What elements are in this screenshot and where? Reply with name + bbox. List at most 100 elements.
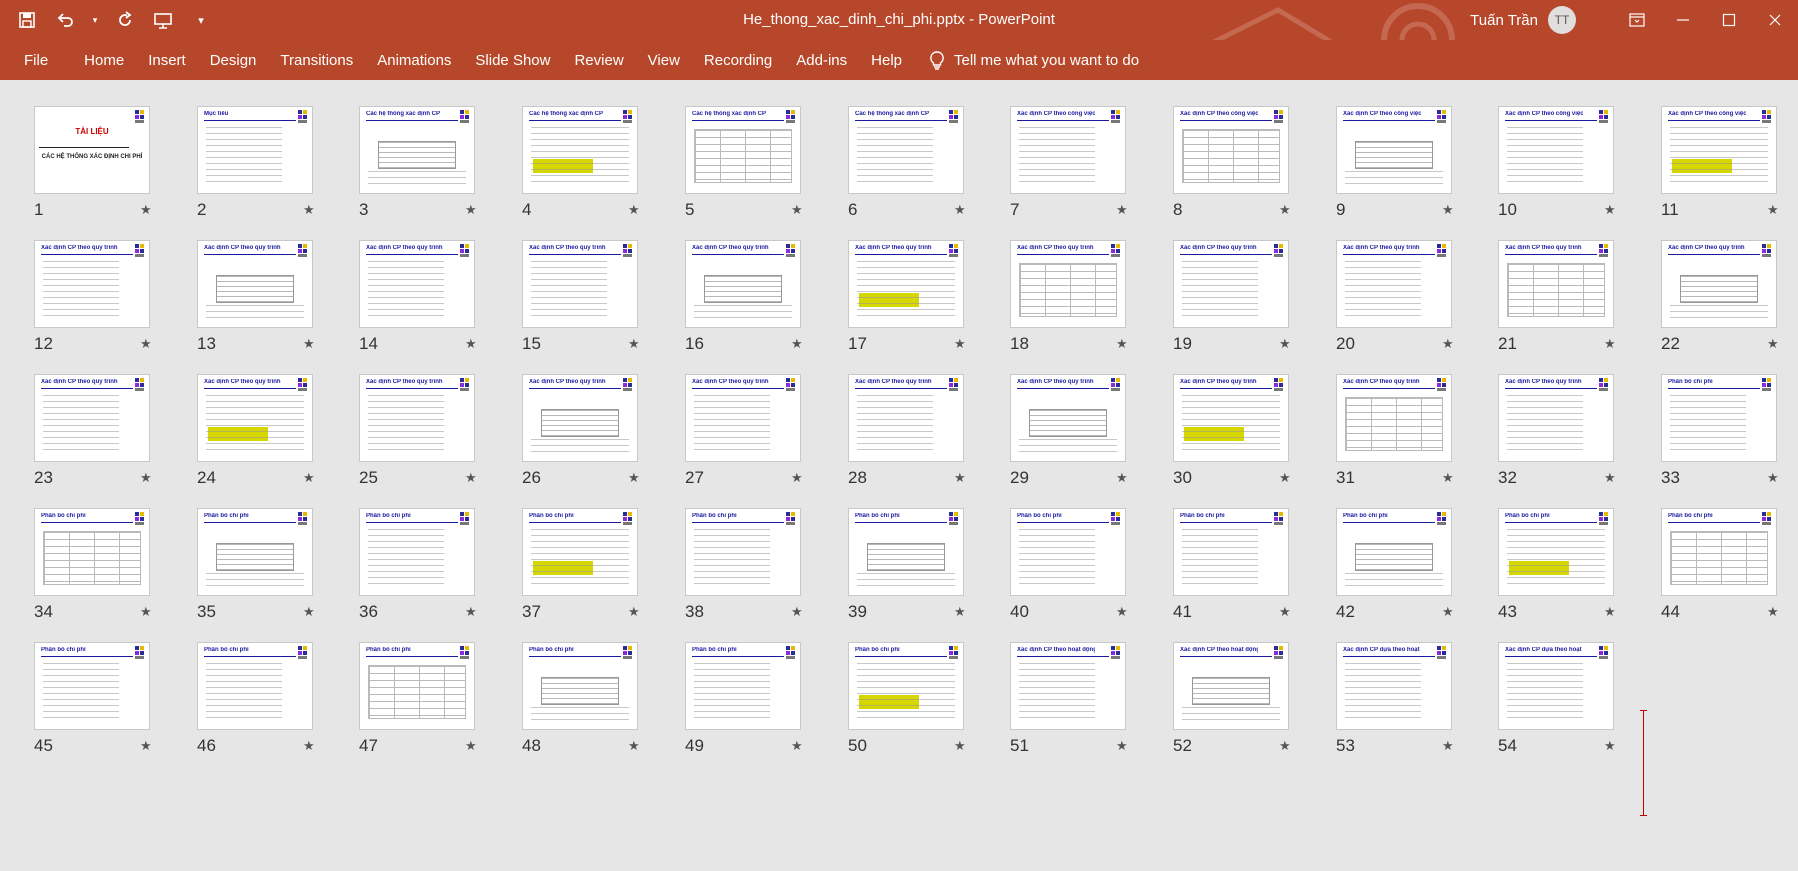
save-icon[interactable] — [14, 7, 40, 33]
transition-star-icon[interactable]: ★ — [1442, 604, 1454, 620]
slide-thumbnail[interactable]: Xác định CP theo quy trình — [685, 240, 801, 328]
transition-star-icon[interactable]: ★ — [465, 604, 477, 620]
slide-thumbnail[interactable]: Phân bổ chi phí — [685, 508, 801, 596]
slide-thumbnail[interactable]: Phân bổ chi phí — [522, 642, 638, 730]
transition-star-icon[interactable]: ★ — [465, 470, 477, 486]
slide-thumbnail[interactable]: Xác định CP theo quy trình — [1336, 240, 1452, 328]
slide-thumbnail[interactable]: Các hệ thống xác định CP — [685, 106, 801, 194]
transition-star-icon[interactable]: ★ — [1604, 738, 1616, 754]
ribbon-display-icon[interactable] — [1614, 0, 1660, 40]
transition-star-icon[interactable]: ★ — [1442, 470, 1454, 486]
transition-star-icon[interactable]: ★ — [1604, 604, 1616, 620]
maximize-icon[interactable] — [1706, 0, 1752, 40]
transition-star-icon[interactable]: ★ — [954, 738, 966, 754]
slide-thumbnail[interactable]: Xác định CP theo quy trình — [359, 240, 475, 328]
slide-thumbnail[interactable]: Xác định CP theo công việc — [1498, 106, 1614, 194]
transition-star-icon[interactable]: ★ — [140, 470, 152, 486]
close-icon[interactable] — [1752, 0, 1798, 40]
tab-add-ins[interactable]: Add-ins — [784, 40, 859, 80]
slide-thumbnail[interactable]: Phân bổ chi phí — [197, 642, 313, 730]
transition-star-icon[interactable]: ★ — [1604, 336, 1616, 352]
transition-star-icon[interactable]: ★ — [1767, 336, 1779, 352]
slide-thumbnail[interactable]: Xác định CP theo quy trình — [359, 374, 475, 462]
slide-thumbnail[interactable]: Phân bổ chi phí — [522, 508, 638, 596]
transition-star-icon[interactable]: ★ — [465, 202, 477, 218]
transition-star-icon[interactable]: ★ — [1767, 470, 1779, 486]
slide-thumbnail[interactable]: Phân bổ chi phí — [685, 642, 801, 730]
transition-star-icon[interactable]: ★ — [954, 202, 966, 218]
slide-thumbnail[interactable]: Phân bổ chi phí — [1173, 508, 1289, 596]
slide-thumbnail[interactable]: Xác định CP theo quy trình — [197, 240, 313, 328]
tab-insert[interactable]: Insert — [136, 40, 198, 80]
transition-star-icon[interactable]: ★ — [140, 336, 152, 352]
transition-star-icon[interactable]: ★ — [1279, 336, 1291, 352]
transition-star-icon[interactable]: ★ — [1279, 202, 1291, 218]
transition-star-icon[interactable]: ★ — [954, 604, 966, 620]
undo-icon[interactable] — [52, 7, 78, 33]
transition-star-icon[interactable]: ★ — [303, 604, 315, 620]
tab-view[interactable]: View — [636, 40, 692, 80]
slide-thumbnail[interactable]: Xác định CP theo quy trình — [1173, 374, 1289, 462]
slide-thumbnail[interactable]: Xác định CP theo quy trình — [1173, 240, 1289, 328]
transition-star-icon[interactable]: ★ — [303, 202, 315, 218]
transition-star-icon[interactable]: ★ — [1116, 470, 1128, 486]
customize-icon[interactable]: ▾ — [188, 7, 214, 33]
transition-star-icon[interactable]: ★ — [628, 336, 640, 352]
slide-thumbnail[interactable]: Phân bổ chi phí — [1010, 508, 1126, 596]
slide-thumbnail[interactable]: Phân bổ chi phí — [848, 642, 964, 730]
transition-star-icon[interactable]: ★ — [1442, 738, 1454, 754]
slide-thumbnail[interactable]: Phân bổ chi phí — [1661, 374, 1777, 462]
transition-star-icon[interactable]: ★ — [1116, 336, 1128, 352]
transition-star-icon[interactable]: ★ — [791, 336, 803, 352]
transition-star-icon[interactable]: ★ — [303, 336, 315, 352]
transition-star-icon[interactable]: ★ — [465, 738, 477, 754]
slide-thumbnail[interactable]: Xác định CP theo quy trình — [522, 240, 638, 328]
slide-thumbnail[interactable]: Xác định CP theo quy trình — [1498, 374, 1614, 462]
slide-thumbnail[interactable]: Xác định CP theo công việc — [1661, 106, 1777, 194]
transition-star-icon[interactable]: ★ — [1442, 336, 1454, 352]
slide-thumbnail[interactable]: Xác định CP theo quy trình — [1336, 374, 1452, 462]
transition-star-icon[interactable]: ★ — [628, 604, 640, 620]
slide-thumbnail[interactable]: Xác định CP theo quy trình — [34, 374, 150, 462]
tab-recording[interactable]: Recording — [692, 40, 784, 80]
slide-thumbnail[interactable]: Phân bổ chi phí — [359, 642, 475, 730]
transition-star-icon[interactable]: ★ — [1604, 470, 1616, 486]
transition-star-icon[interactable]: ★ — [954, 470, 966, 486]
slide-thumbnail[interactable]: Mục tiêu — [197, 106, 313, 194]
transition-star-icon[interactable]: ★ — [1279, 738, 1291, 754]
slide-thumbnail[interactable]: Các hệ thống xác định CP — [848, 106, 964, 194]
slide-thumbnail[interactable]: Các hệ thống xác định CP — [522, 106, 638, 194]
slide-thumbnail[interactable]: Phân bổ chi phí — [359, 508, 475, 596]
slide-thumbnail[interactable]: Xác định CP theo hoạt động — [1173, 642, 1289, 730]
slide-thumbnail[interactable]: Xác định CP theo quy trình — [34, 240, 150, 328]
transition-star-icon[interactable]: ★ — [303, 738, 315, 754]
transition-star-icon[interactable]: ★ — [140, 604, 152, 620]
transition-star-icon[interactable]: ★ — [791, 604, 803, 620]
slide-thumbnail[interactable]: Xác định CP theo quy trình — [848, 374, 964, 462]
redo-icon[interactable] — [112, 7, 138, 33]
transition-star-icon[interactable]: ★ — [140, 738, 152, 754]
slide-thumbnail[interactable]: Xác định CP theo công việc — [1336, 106, 1452, 194]
transition-star-icon[interactable]: ★ — [1116, 604, 1128, 620]
tab-help[interactable]: Help — [859, 40, 914, 80]
transition-star-icon[interactable]: ★ — [465, 336, 477, 352]
tab-slide-show[interactable]: Slide Show — [463, 40, 562, 80]
transition-star-icon[interactable]: ★ — [1767, 604, 1779, 620]
present-icon[interactable] — [150, 7, 176, 33]
slide-thumbnail[interactable]: Phân bổ chi phí — [34, 642, 150, 730]
slide-thumbnail[interactable]: Phân bổ chi phí — [197, 508, 313, 596]
account[interactable]: Tuấn Trần TT — [1470, 0, 1576, 40]
transition-star-icon[interactable]: ★ — [628, 202, 640, 218]
transition-star-icon[interactable]: ★ — [791, 738, 803, 754]
slide-thumbnail[interactable]: Xác định CP theo quy trình — [1661, 240, 1777, 328]
slide-thumbnail[interactable]: Phân bổ chi phí — [848, 508, 964, 596]
slide-thumbnail[interactable]: Xác định CP theo quy trình — [1010, 374, 1126, 462]
slide-thumbnail[interactable]: TÀI LIỆU CÁC HỆ THỐNG XÁC ĐỊNH CHI PHÍ — [34, 106, 150, 194]
slide-thumbnail[interactable]: Các hệ thống xác định CP — [359, 106, 475, 194]
slide-thumbnail[interactable]: Xác định CP theo công việc — [1173, 106, 1289, 194]
tab-home[interactable]: Home — [72, 40, 136, 80]
tab-animations[interactable]: Animations — [365, 40, 463, 80]
transition-star-icon[interactable]: ★ — [1604, 202, 1616, 218]
slide-thumbnail[interactable]: Xác định CP theo quy trình — [685, 374, 801, 462]
slide-thumbnail[interactable]: Xác định CP theo quy trình — [1010, 240, 1126, 328]
